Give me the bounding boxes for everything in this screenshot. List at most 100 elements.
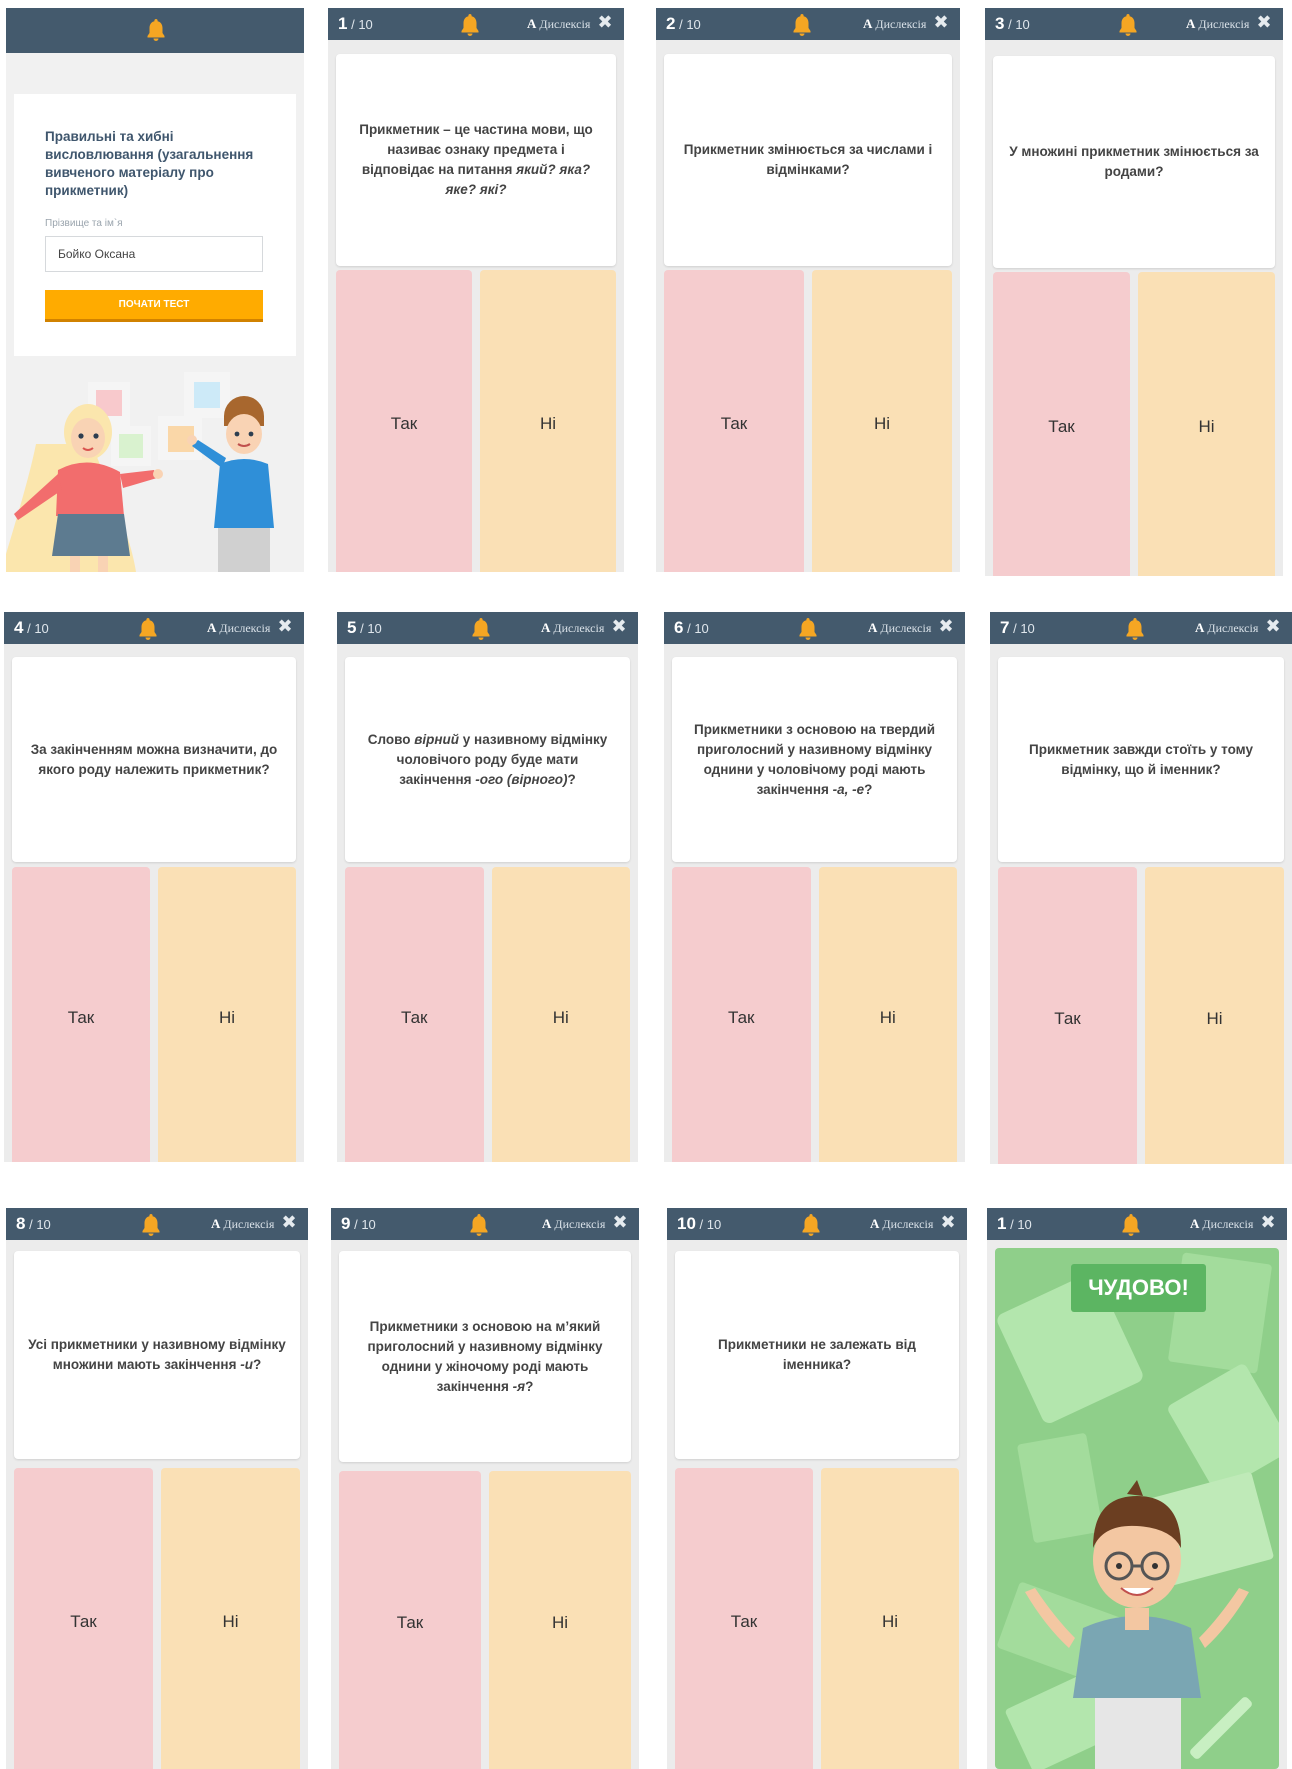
dyslexia-toggle[interactable]: A Дислексія — [541, 620, 604, 636]
answer-no-button[interactable]: Ні — [480, 270, 616, 572]
answer-no-button[interactable]: Ні — [812, 270, 952, 572]
bell-icon[interactable] — [790, 12, 814, 38]
bell-icon[interactable] — [1119, 1212, 1143, 1238]
dyslexia-a-icon: A — [868, 620, 878, 635]
close-icon[interactable]: ✖ — [1255, 13, 1273, 33]
dyslexia-toggle[interactable]: A Дислексія — [527, 16, 590, 32]
question-counter: 2 / 10 — [666, 14, 701, 34]
question-total: / 10 — [1010, 1217, 1032, 1232]
answer-no-label: Ні — [222, 1611, 239, 1631]
answer-yes-button[interactable]: Так — [672, 867, 811, 1162]
answer-yes-button[interactable]: Так — [14, 1468, 153, 1769]
answer-no-button[interactable]: Ні — [821, 1468, 959, 1769]
start-card: Правильні та хибні висловлювання (узагал… — [14, 94, 296, 356]
answer-no-label: Ні — [218, 1007, 236, 1027]
question-total: / 10 — [360, 621, 382, 636]
question-number: 6 — [674, 618, 684, 637]
dyslexia-toggle[interactable]: A Дислексія — [1195, 620, 1258, 636]
close-icon[interactable]: ✖ — [611, 1213, 629, 1233]
dyslexia-a-icon: A — [863, 16, 873, 31]
question-counter: 8 / 10 — [16, 1214, 51, 1234]
close-icon[interactable]: ✖ — [1264, 617, 1282, 637]
answer-yes-button[interactable]: Так — [664, 270, 804, 572]
question-text: Прикметники з основою на м’який приголос… — [367, 1318, 603, 1394]
answer-no-button[interactable]: Ні — [818, 867, 957, 1162]
answer-no-button[interactable]: Ні — [1138, 272, 1275, 576]
question-panel: 5 / 10 A Дислексія ✖ Слово вірний у нази… — [337, 612, 638, 1162]
kids-illustration — [6, 372, 274, 572]
dyslexia-a-icon: A — [870, 1216, 880, 1231]
question-text: Прикметники з основою на твердий приголо… — [693, 721, 935, 797]
dyslexia-a-icon: A — [527, 16, 537, 31]
close-icon[interactable]: ✖ — [939, 1213, 957, 1233]
answer-no-button[interactable]: Ні — [491, 867, 630, 1162]
dyslexia-toggle[interactable]: A Дислексія — [211, 1216, 274, 1232]
answer-no-label: Ні — [552, 1007, 569, 1027]
question-counter: 10 / 10 — [677, 1214, 721, 1234]
answer-yes-label: Так — [1048, 417, 1075, 436]
bell-icon[interactable] — [467, 1212, 491, 1238]
answer-no-button[interactable]: Ні — [489, 1471, 631, 1769]
answer-yes-button[interactable]: Так — [339, 1471, 481, 1769]
bell-icon[interactable] — [799, 1212, 823, 1238]
question-card: Усі прикметники у називному відмінку мно… — [14, 1251, 300, 1459]
dyslexia-label: Дислексія — [219, 621, 271, 635]
dyslexia-a-icon: A — [541, 620, 551, 635]
quiz-topbar: 8 / 10 A Дислексія ✖ — [6, 1208, 308, 1240]
answer-yes-button[interactable]: Так — [998, 867, 1137, 1164]
question-counter: 6 / 10 — [674, 618, 709, 638]
name-input[interactable]: Бойко Оксана — [45, 236, 263, 272]
dyslexia-a-icon: A — [1195, 620, 1205, 635]
dyslexia-toggle[interactable]: A Дислексія — [1190, 1216, 1253, 1232]
bell-icon[interactable] — [796, 616, 820, 642]
answer-yes-button[interactable]: Так — [993, 272, 1130, 576]
start-topbar — [6, 8, 304, 53]
quiz-topbar: 4 / 10 A Дислексія ✖ — [4, 612, 304, 644]
question-text: За закінченням можна визначити, до якого… — [30, 741, 278, 777]
answer-yes-label: Так — [727, 1007, 755, 1027]
dyslexia-label: Дислексія — [223, 1217, 275, 1231]
question-counter: 3 / 10 — [995, 14, 1030, 34]
bell-icon[interactable] — [1123, 616, 1147, 642]
question-number: 10 — [677, 1214, 696, 1233]
answer-yes-button[interactable]: Так — [336, 270, 472, 572]
answer-yes-button[interactable]: Так — [345, 867, 484, 1162]
close-icon[interactable]: ✖ — [937, 617, 955, 637]
bell-icon[interactable] — [1116, 12, 1140, 38]
bell-icon — [147, 19, 165, 41]
answer-no-button[interactable]: Ні — [1145, 867, 1284, 1164]
dyslexia-toggle[interactable]: A Дислексія — [868, 620, 931, 636]
dyslexia-toggle[interactable]: A Дислексія — [870, 1216, 933, 1232]
answer-yes-label: Так — [400, 1007, 428, 1027]
bell-icon[interactable] — [139, 1212, 163, 1238]
dyslexia-a-icon: A — [1186, 16, 1196, 31]
dyslexia-toggle[interactable]: A Дислексія — [863, 16, 926, 32]
close-icon[interactable]: ✖ — [932, 13, 950, 33]
close-icon[interactable]: ✖ — [280, 1213, 298, 1233]
bell-icon[interactable] — [469, 616, 493, 642]
answer-yes-button[interactable]: Так — [12, 867, 150, 1162]
question-card: Прикметник змінюється за числами і відмі… — [664, 54, 952, 266]
dyslexia-toggle[interactable]: A Дислексія — [207, 620, 270, 636]
question-total: / 10 — [351, 17, 373, 32]
close-icon[interactable]: ✖ — [1259, 1213, 1277, 1233]
answer-yes-button[interactable]: Так — [675, 1468, 813, 1769]
dyslexia-toggle[interactable]: A Дислексія — [542, 1216, 605, 1232]
question-counter: 5 / 10 — [347, 618, 382, 638]
question-total: / 10 — [354, 1217, 376, 1232]
close-icon[interactable]: ✖ — [610, 617, 628, 637]
bell-icon[interactable] — [136, 616, 160, 642]
bell-icon[interactable] — [458, 12, 482, 38]
question-card: У множині прикметник змінюється за родам… — [993, 56, 1275, 268]
answer-no-button[interactable]: Ні — [161, 1468, 300, 1769]
answer-no-button[interactable]: Ні — [158, 867, 296, 1162]
dyslexia-label: Дислексія — [875, 17, 927, 31]
dyslexia-label: Дислексія — [882, 1217, 934, 1231]
dyslexia-toggle[interactable]: A Дислексія — [1186, 16, 1249, 32]
start-test-button[interactable]: ПОЧАТИ ТЕСТ — [45, 290, 263, 322]
quiz-topbar: 2 / 10 A Дислексія ✖ — [656, 8, 960, 40]
dyslexia-a-icon: A — [1190, 1216, 1200, 1231]
close-icon[interactable]: ✖ — [596, 13, 614, 33]
question-total: / 10 — [1013, 621, 1035, 636]
close-icon[interactable]: ✖ — [276, 617, 294, 637]
